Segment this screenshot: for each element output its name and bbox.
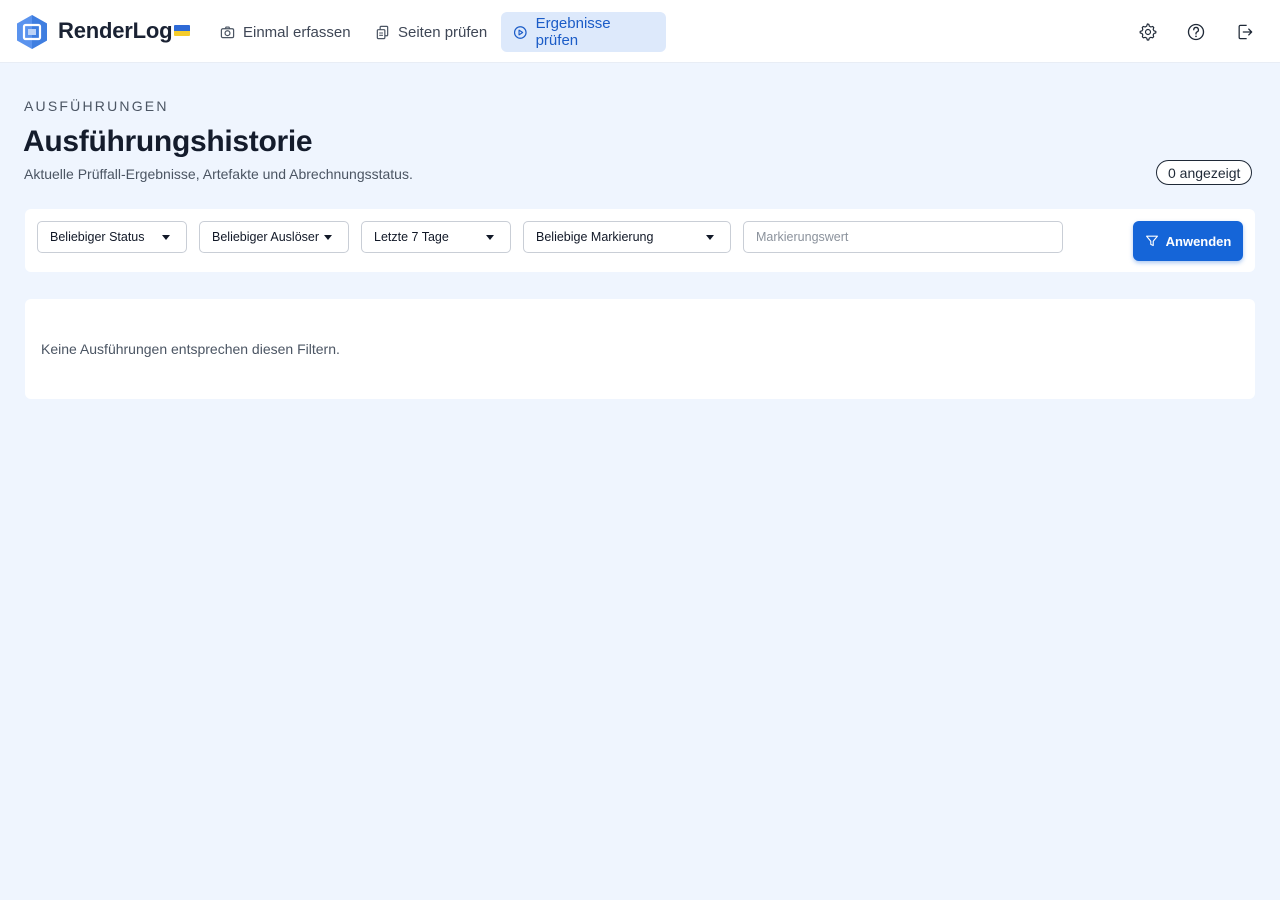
nav-label: Seiten prüfen	[398, 23, 488, 41]
filter-icon	[1145, 235, 1158, 247]
settings-button[interactable]	[1136, 20, 1160, 44]
nav-label: Ergebnisse prüfen	[535, 15, 611, 49]
tag-value-input[interactable]	[743, 221, 1063, 253]
chevron-down-icon	[486, 235, 494, 240]
chevron-down-icon	[706, 235, 714, 240]
trigger-filter-value: Beliebiger Auslöser	[212, 230, 320, 244]
apply-filters-button[interactable]: Anwenden	[1133, 221, 1243, 261]
nav-seiten-pruefen[interactable]: Seiten prüfen	[363, 12, 499, 52]
status-filter-select[interactable]: Beliebiger Status	[37, 221, 187, 253]
section-eyebrow: AUSFÜHRUNGEN	[24, 98, 169, 114]
nav-einmal-erfassen[interactable]: Einmal erfassen	[208, 12, 363, 52]
pages-icon	[376, 25, 389, 39]
apply-button-label: Anwenden	[1165, 233, 1232, 249]
gear-icon	[1139, 23, 1157, 41]
page-subtitle: Aktuelle Prüffall-Ergebnisse, Artefakte …	[24, 166, 413, 182]
filter-bar: Beliebiger Status Beliebiger Auslöser Le…	[25, 209, 1255, 272]
count-badge: 0 angezeigt	[1156, 160, 1253, 185]
tag-filter-value: Beliebige Markierung	[536, 230, 654, 244]
empty-state-message: Keine Ausführungen entsprechen diesen Fi…	[41, 341, 340, 357]
help-button[interactable]	[1184, 20, 1208, 44]
ukraine-flag-icon	[174, 25, 190, 36]
renderlog-logo[interactable]	[16, 14, 48, 50]
camera-icon	[220, 25, 235, 38]
play-circle-icon	[513, 25, 527, 39]
period-filter-value: Letzte 7 Tage	[374, 230, 449, 244]
top-bar: RenderLog Einmal erfassen Seiten prüfen …	[0, 0, 1280, 63]
page-title: Ausführungshistorie	[23, 125, 313, 158]
tag-filter-select[interactable]: Beliebige Markierung	[523, 221, 731, 253]
chevron-down-icon	[162, 235, 170, 240]
brand-name[interactable]: RenderLog	[58, 18, 173, 44]
nav-ergebnisse-pruefen[interactable]: Ergebnisse prüfen	[501, 12, 666, 52]
results-panel: Keine Ausführungen entsprechen diesen Fi…	[25, 299, 1255, 399]
period-filter-select[interactable]: Letzte 7 Tage	[361, 221, 511, 253]
trigger-filter-select[interactable]: Beliebiger Auslöser	[199, 221, 349, 253]
chevron-down-icon	[324, 235, 332, 240]
nav-label: Einmal erfassen	[243, 23, 351, 41]
help-icon	[1187, 23, 1205, 41]
logout-button[interactable]	[1233, 20, 1257, 44]
logout-icon	[1238, 24, 1253, 40]
status-filter-value: Beliebiger Status	[50, 230, 145, 244]
